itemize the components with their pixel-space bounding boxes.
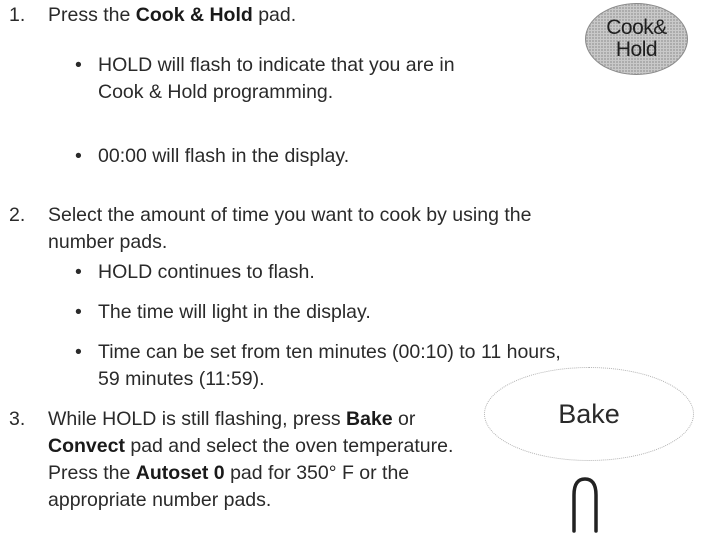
- step-number: 2.: [9, 204, 26, 226]
- step-line: number pads.: [48, 231, 168, 253]
- bullet-line: Cook & Hold programming.: [98, 81, 334, 103]
- bullet-line: Time can be set from ten minutes (00:10)…: [98, 341, 561, 363]
- step-text-pre: While HOLD is still flashing, press: [48, 408, 347, 430]
- step-text-bold: Cook & Hold: [135, 4, 253, 26]
- step-text-post: pad.: [252, 4, 297, 26]
- bake-pad-label: Bake: [558, 398, 620, 429]
- step-line: Select the amount of time you want to co…: [48, 204, 532, 226]
- step-number: 3.: [9, 408, 26, 430]
- cook-hold-pad-icon: Cook& Hold: [585, 3, 688, 75]
- bullet-dot: •: [75, 261, 82, 283]
- step-text-post: pad for 350° F or the: [224, 462, 410, 484]
- step-text-pre: Press the: [48, 4, 136, 26]
- step-text-bold: Convect: [48, 435, 125, 457]
- step-number: 1.: [9, 4, 26, 26]
- step-text: Select the amount of time you want to co…: [48, 202, 531, 256]
- step-text: Press the Cook & Hold pad.: [48, 2, 296, 29]
- step-text-bold: Autoset 0: [135, 462, 225, 484]
- cook-hold-label-line: Cook&: [606, 16, 667, 39]
- bake-pad-icon: Bake: [484, 367, 694, 461]
- bullet-dot: •: [75, 145, 82, 167]
- step-text-post: or: [392, 408, 416, 430]
- bullet-text: HOLD continues to flash.: [98, 261, 315, 283]
- cook-hold-label-line: Hold: [615, 38, 658, 61]
- bullet-dot: •: [75, 54, 82, 76]
- step-text: While HOLD is still flashing, press Bake…: [48, 406, 453, 514]
- bullet-line: 59 minutes (11:59).: [98, 368, 265, 390]
- bullet-text: HOLD will flash to indicate that you are…: [98, 52, 455, 106]
- step-text-post: pad and select the oven temperature.: [124, 435, 454, 457]
- step-text-bold: Bake: [346, 408, 393, 430]
- bullet-dot: •: [75, 301, 82, 323]
- bullet-text: Time can be set from ten minutes (00:10)…: [98, 339, 561, 393]
- step-text-pre: Press the: [48, 462, 136, 484]
- step-line: appropriate number pads.: [48, 489, 272, 511]
- bullet-dot: •: [75, 341, 82, 363]
- bullet-text: The time will light in the display.: [98, 301, 371, 323]
- bullet-text: 00:00 will flash in the display.: [98, 145, 350, 167]
- bullet-line: HOLD will flash to indicate that you are…: [98, 54, 455, 76]
- autoset-zero-pad-icon: [572, 477, 598, 533]
